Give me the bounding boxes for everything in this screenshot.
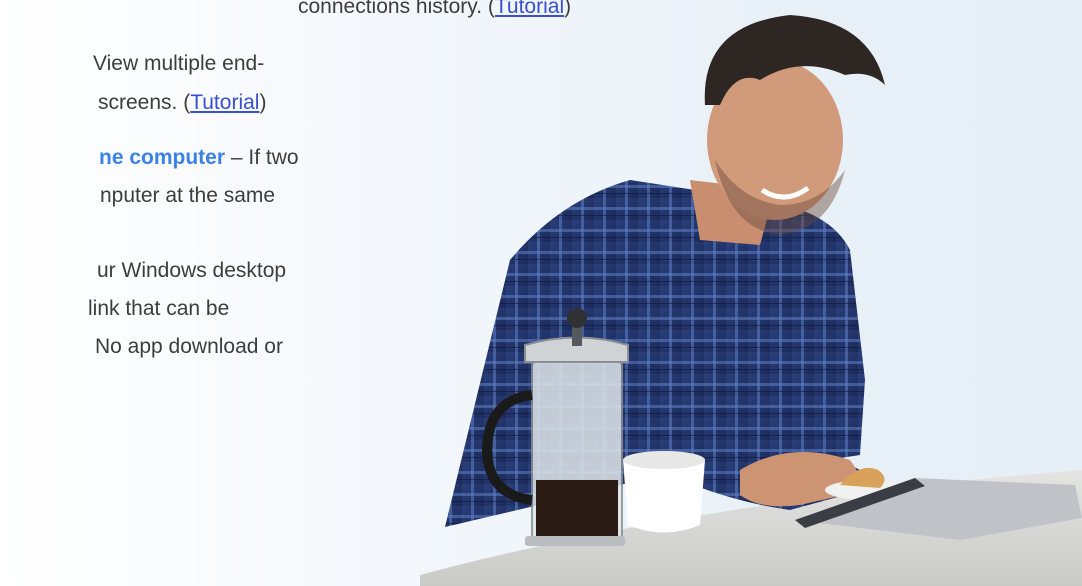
share-desktop-line-1: ur Windows desktop (97, 259, 287, 282)
multi-monitor-line-2: screens. (Tutorial) (98, 91, 267, 114)
share-desktop-line-2: link that can be (88, 297, 230, 320)
feature-heading: ne computer (99, 146, 226, 169)
same-computer-line-1: ne computer – If two (99, 146, 299, 169)
share-desktop-line-3: No app download or (95, 335, 283, 358)
tutorial-link[interactable]: Tutorial (190, 91, 259, 114)
coffee-liquid (536, 480, 618, 536)
man-with-tablet-photo (420, 15, 1082, 586)
coffee-cup (623, 460, 705, 533)
multi-monitor-line-1: View multiple end- (93, 52, 265, 75)
same-computer-line-2: nputer at the same (100, 184, 276, 207)
